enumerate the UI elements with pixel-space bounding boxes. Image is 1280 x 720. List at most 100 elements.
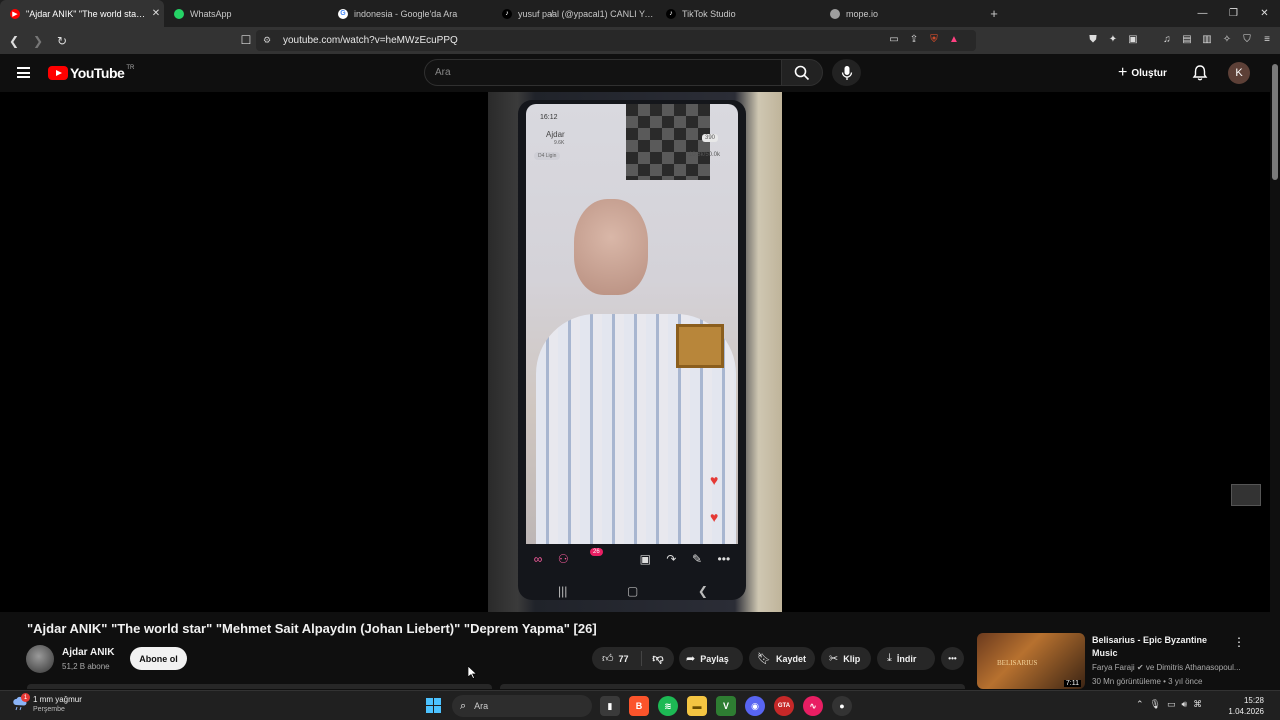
like-dislike-group: 👍︎ 77 👎︎ — [592, 647, 674, 670]
close-icon[interactable]: ✕ — [148, 8, 164, 19]
minimize-icon[interactable]: — — [1187, 0, 1218, 27]
clip-button[interactable]: ✂ Klip — [821, 647, 871, 670]
channel-name[interactable]: Ajdar ANIK — [62, 647, 114, 658]
share-label: Paylaş — [700, 653, 729, 664]
forward-icon[interactable]: ❯ — [28, 31, 48, 51]
more-actions-button[interactable]: ••• — [941, 647, 964, 670]
leo-ai-icon[interactable]: ✧ — [1219, 31, 1235, 47]
link-icon: ∞ — [533, 552, 543, 566]
tab-tiktok-live[interactable]: ♪ yusuf pa̸al (@ypacal1) CANLI Yayın — [492, 0, 656, 27]
music-icon[interactable]: ♫ — [1159, 31, 1175, 47]
video-player[interactable]: 16:12 Ajdar 9.6K 390 D4 Ligin 10.8k/50.0… — [0, 92, 1270, 612]
sidebar-icon[interactable]: ▤ — [1179, 31, 1195, 47]
discord-icon[interactable]: ◉ — [745, 696, 765, 716]
download-button[interactable]: ⤓ İndir — [877, 647, 935, 670]
reload-icon[interactable]: ↻ — [52, 31, 72, 51]
vectorworks-icon[interactable]: V — [716, 696, 736, 716]
back-icon[interactable]: ❮ — [4, 31, 24, 51]
task-view-icon[interactable]: ▮ — [600, 696, 620, 716]
dislike-button[interactable]: 👎︎ — [642, 652, 674, 665]
extensions-icon[interactable]: ✦ — [1105, 31, 1121, 47]
like-button[interactable]: 👍︎ 77 — [592, 651, 642, 666]
shield-icon[interactable]: ⛊ — [1085, 31, 1101, 47]
taskbar-search-input[interactable]: ⌕ Ara — [452, 695, 592, 717]
restore-icon[interactable]: ❐ — [1218, 0, 1249, 27]
subscribe-button[interactable]: Abone ol — [130, 647, 187, 670]
wallet-icon[interactable]: ▥ — [1199, 31, 1215, 47]
close-window-icon[interactable]: ✕ — [1249, 0, 1280, 27]
suggested-video-channel[interactable]: Farya Faraji ✔ ve Dimitris Athanasopoul.… — [1092, 663, 1242, 672]
file-explorer-icon[interactable]: ▬ — [687, 696, 707, 716]
channel-watermark[interactable] — [1231, 484, 1261, 506]
whatsapp-favicon-icon — [174, 8, 184, 19]
chevron-up-icon[interactable]: ⌃ — [1136, 699, 1144, 710]
tab-tiktok-studio[interactable]: ♪ TikTok Studio — [656, 0, 820, 27]
taskbar-clock[interactable]: 15:28 1.04.2026 — [1228, 695, 1264, 717]
share-icon[interactable]: ⇪ — [906, 31, 922, 47]
comments-box-top — [500, 684, 965, 689]
description-box-top — [27, 684, 492, 689]
brave-browser-icon[interactable]: B — [629, 696, 649, 716]
microphone-icon[interactable]: 🎙︎ — [1150, 699, 1161, 710]
wall-painting — [676, 324, 724, 368]
more-icon: ••• — [717, 552, 731, 566]
site-info-icon[interactable]: ⚙ — [263, 35, 271, 46]
display-icon[interactable]: ▭ — [1167, 699, 1176, 710]
extensions-toolbar: ⛊ ✦ ▣ ♫ ▤ ▥ ✧ ⛉ ≡ — [1085, 31, 1275, 47]
suggested-video-meta: 30 Mn görüntüleme • 3 yıl önce — [1092, 677, 1203, 686]
more-vert-icon[interactable]: ⋮ — [1233, 635, 1245, 649]
search-placeholder: Ara — [435, 67, 451, 78]
phone-screen: 16:12 Ajdar 9.6K 390 D4 Ligin 10.8k/50.0… — [526, 104, 738, 544]
search-button[interactable] — [781, 59, 823, 86]
taskbar-apps: ▮ B ≋ ▬ V ◉ GTA ∿ ● — [600, 696, 852, 716]
video-title: "Ajdar ANIK" "The world star" "Mehmet Sa… — [27, 621, 597, 636]
screenshot-icon[interactable]: ▣ — [1125, 31, 1141, 47]
google-favicon-icon: G — [338, 8, 348, 19]
tab-whatsapp[interactable]: WhatsApp — [164, 0, 328, 27]
video-duration: 7:11 — [1063, 680, 1081, 687]
windows-start-icon[interactable] — [426, 698, 441, 713]
new-tab-button[interactable]: + — [984, 6, 1004, 21]
spotify-icon[interactable]: ≋ — [658, 696, 678, 716]
scrollbar-thumb[interactable] — [1272, 64, 1278, 180]
notifications-bell-icon[interactable] — [1191, 64, 1209, 82]
account-avatar[interactable]: K — [1228, 62, 1250, 84]
search-icon — [794, 65, 810, 80]
url-actions: ▭ ⇪ ⛨ ▲ — [886, 31, 962, 47]
share-button[interactable]: ➦ Paylaş — [679, 647, 743, 670]
overlay-viewers: 390 — [701, 134, 718, 142]
bookmark-icon[interactable]: ☐ — [236, 30, 256, 50]
phone-in-video: 16:12 Ajdar 9.6K 390 D4 Ligin 10.8k/50.0… — [518, 100, 746, 600]
vpn-icon[interactable]: ⛉ — [1239, 31, 1255, 47]
create-button[interactable]: + Oluştur — [1118, 62, 1167, 84]
activity-icon[interactable]: ∿ — [803, 696, 823, 716]
country-code: TR — [126, 65, 135, 71]
system-tray: ⌃ 🎙︎ ▭ 🔊︎ ⌘ — [1136, 699, 1202, 710]
volume-icon[interactable]: 🔊︎ — [1182, 699, 1188, 710]
suggested-video-title[interactable]: Belisarius - Epic Byzantine Music — [1092, 634, 1222, 660]
tab-mope[interactable]: mope.io — [820, 0, 984, 27]
tab-google[interactable]: G indonesia - Google'da Ara — [328, 0, 492, 27]
clock-time: 15:28 — [1243, 696, 1264, 705]
menu-icon[interactable] — [17, 67, 30, 78]
weather-text[interactable]: 1 mm yağmur — [33, 695, 82, 704]
app-icon[interactable]: ● — [832, 696, 852, 716]
gta-icon[interactable]: GTA — [774, 696, 794, 716]
cast-icon[interactable]: ▭ — [886, 31, 902, 47]
brave-shield-icon[interactable]: ⛨ — [926, 31, 942, 47]
windows-taskbar: 1 1 mm yağmur Perşembe ⌕ Ara ▮ B ≋ ▬ V ◉… — [0, 690, 1280, 720]
menu-icon[interactable]: ≡ — [1259, 31, 1275, 47]
tab-youtube[interactable]: ▶ "Ajdar ANIK" "The world star" "M ✕ — [0, 0, 164, 27]
youtube-logo[interactable]: YouTube TR — [48, 65, 134, 81]
channel-avatar[interactable] — [26, 645, 54, 673]
brave-rewards-icon[interactable]: ▲ — [946, 31, 962, 47]
voice-search-button[interactable] — [832, 59, 861, 86]
network-icon[interactable]: ⌘ — [1193, 699, 1202, 710]
url-field[interactable]: ⚙ youtube.com/watch?v=heMWzEcuPPQ — [256, 30, 976, 51]
suggested-video-thumbnail[interactable]: BELISARIUS 7:11 — [977, 633, 1085, 689]
search-input[interactable]: Ara — [424, 59, 782, 86]
thumbs-down-icon: 👎︎ — [652, 653, 664, 665]
youtube-play-icon — [48, 66, 68, 80]
save-button[interactable]: 🔖︎ Kaydet — [749, 647, 815, 670]
home-icon: ▢ — [626, 584, 639, 598]
